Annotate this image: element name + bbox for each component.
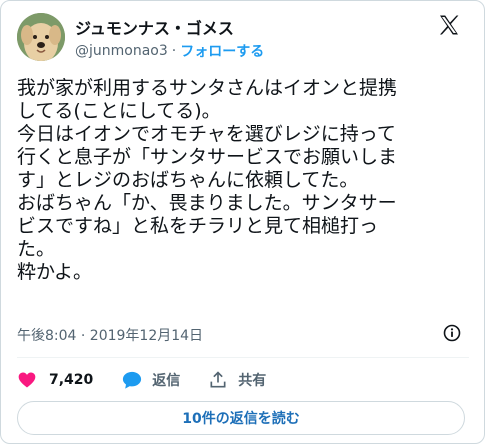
tweet-line: す」とレジのおばちゃんに依頼してた。 bbox=[17, 169, 359, 191]
avatar[interactable] bbox=[17, 13, 65, 61]
tweet-line: 我が家が利用するサンタさんはイオンと提携 bbox=[17, 77, 398, 99]
like-button[interactable]: 7,420 bbox=[17, 370, 93, 390]
speech-bubble-icon bbox=[121, 370, 143, 390]
separator-dot: · bbox=[171, 43, 177, 59]
tweet-line: 今日はイオンでオモチャを選びレジに持って bbox=[17, 123, 396, 145]
tweet-line: してる(ことにしてる)。 bbox=[17, 100, 221, 122]
x-logo-icon[interactable] bbox=[437, 13, 461, 37]
heart-icon bbox=[17, 370, 37, 390]
author-display-name[interactable]: ジュモンナス・ゴメス bbox=[75, 15, 234, 39]
tweet-line: 行くと息子が「サンタサービスでお願いしま bbox=[17, 146, 398, 168]
tweet-line: ビスですね」と私をチラリと見て相槌打っ bbox=[17, 215, 379, 237]
tweet-timestamp[interactable]: 午後8:04 · 2019年12月14日 bbox=[17, 325, 203, 345]
dog-avatar-image bbox=[17, 13, 65, 61]
tweet-line: た。 bbox=[17, 238, 56, 260]
author-handle-row: @junmonao3 · フォローする bbox=[75, 41, 264, 61]
tweet-line: 粋かよ。 bbox=[17, 261, 93, 283]
follow-button[interactable]: フォローする bbox=[180, 41, 264, 61]
tweet-text: 我が家が利用するサンタさんはイオンと提携 してる(ことにしてる)。 今日はイオン… bbox=[17, 77, 472, 284]
action-bar: 7,420 返信 共有 bbox=[17, 367, 266, 393]
share-label: 共有 bbox=[238, 373, 267, 389]
tweet-line: おばちゃん「か、畏まりました。サンタサー bbox=[17, 192, 397, 214]
reply-label: 返信 bbox=[152, 373, 181, 389]
share-arrow-icon bbox=[208, 370, 228, 390]
share-button[interactable]: 共有 bbox=[208, 370, 266, 390]
tweet-card: ジュモンナス・ゴメス @junmonao3 · フォローする 我が家が利用するサ… bbox=[0, 0, 485, 444]
divider bbox=[17, 357, 469, 358]
author-handle[interactable]: @junmonao3 bbox=[75, 43, 168, 59]
reply-button[interactable]: 返信 bbox=[121, 370, 180, 390]
info-icon[interactable] bbox=[443, 324, 461, 342]
like-count: 7,420 bbox=[49, 372, 94, 388]
read-replies-button[interactable]: 10件の返信を読む bbox=[17, 401, 465, 435]
